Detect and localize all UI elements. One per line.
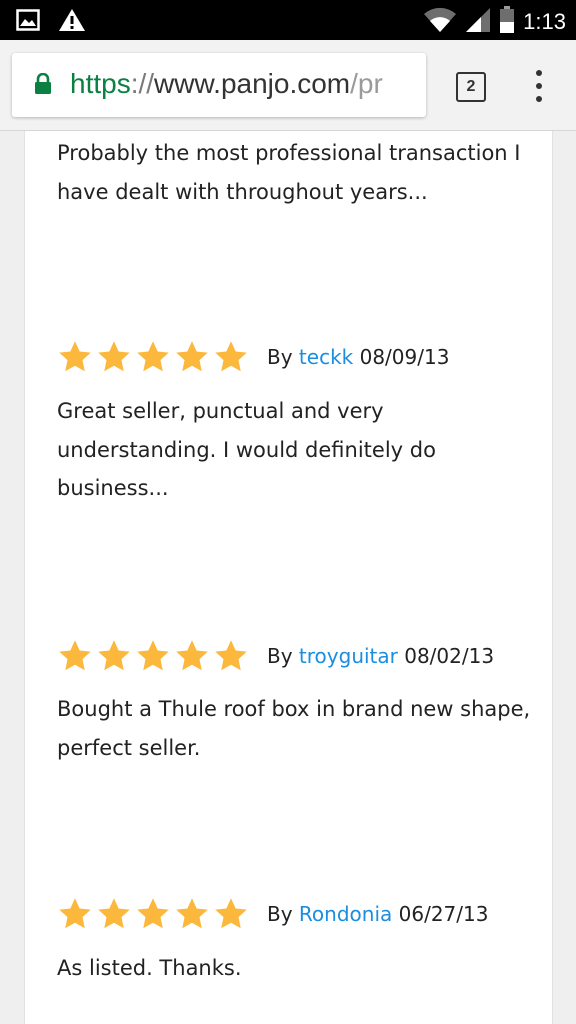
wifi-icon [423, 7, 457, 37]
review-text: Bought a Thule roof box in brand new sha… [57, 697, 531, 760]
overflow-menu-icon[interactable] [528, 70, 550, 102]
signal-icon [465, 7, 491, 37]
address-bar[interactable]: https://www.panjo.com/pr [12, 53, 426, 117]
star-icon [137, 898, 169, 929]
lock-icon[interactable] [34, 72, 52, 99]
star-icon [137, 341, 169, 372]
star-icon [176, 341, 208, 372]
star-icon [98, 640, 130, 671]
browser-toolbar: https://www.panjo.com/pr 2 [0, 40, 576, 131]
status-bar: 1:13 [0, 0, 576, 40]
review-date: 08/02/13 [404, 644, 495, 668]
star-icon [215, 640, 247, 671]
review-header: By teckk 08/09/13 [57, 337, 449, 377]
review-text: Great seller, punctual and very understa… [57, 399, 436, 500]
review-byline: By Rondonia 06/27/13 [267, 902, 488, 926]
tab-switcher-button[interactable]: 2 [456, 72, 486, 102]
review-text: As listed. Thanks. [57, 956, 242, 980]
review-byline: By troyguitar 08/02/13 [267, 644, 494, 668]
star-icon [98, 898, 130, 929]
url-text[interactable]: https://www.panjo.com/pr [70, 68, 383, 100]
review-date: 06/27/13 [398, 902, 489, 926]
review-date: 08/09/13 [359, 345, 450, 369]
page-content[interactable]: Probably the most professional transacti… [0, 131, 576, 1024]
star-icon [59, 341, 91, 372]
url-path: /pr [350, 68, 383, 99]
author-link[interactable]: teckk [299, 345, 353, 369]
status-time: 1:13 [523, 9, 566, 34]
star-icon [176, 898, 208, 929]
url-host: www.panjo.com [154, 68, 351, 99]
author-link[interactable]: troyguitar [299, 644, 398, 668]
image-icon [16, 9, 40, 35]
star-rating [57, 638, 249, 674]
star-icon [176, 640, 208, 671]
star-icon [215, 341, 247, 372]
review-byline: By teckk 08/09/13 [267, 345, 449, 369]
star-icon [59, 640, 91, 671]
url-fade [402, 53, 426, 117]
url-scheme: https [70, 68, 131, 99]
author-link[interactable]: Rondonia [299, 902, 392, 926]
star-icon [98, 341, 130, 372]
by-label: By [267, 902, 293, 926]
warning-icon [58, 8, 86, 36]
review-text: Probably the most professional transacti… [57, 141, 521, 204]
star-icon [137, 640, 169, 671]
star-rating [57, 339, 249, 375]
star-icon [215, 898, 247, 929]
by-label: By [267, 644, 293, 668]
star-icon [59, 898, 91, 929]
by-label: By [267, 345, 293, 369]
review-header: By troyguitar 08/02/13 [57, 636, 494, 676]
url-separator: :// [130, 68, 155, 99]
reviews-card: Probably the most professional transacti… [24, 131, 553, 1024]
star-rating [57, 896, 249, 932]
review-header: By Rondonia 06/27/13 [57, 894, 488, 934]
battery-icon [499, 6, 515, 38]
